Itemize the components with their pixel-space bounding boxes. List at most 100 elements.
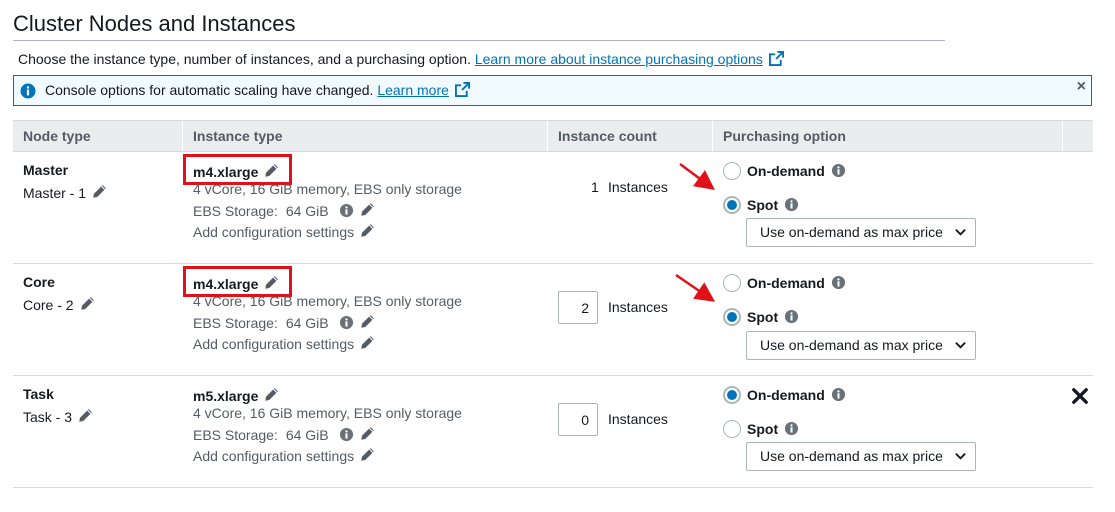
node-name-label: Master - 1 bbox=[23, 184, 107, 201]
instance-type: m4.xlarge bbox=[193, 163, 279, 180]
on-demand-radio[interactable] bbox=[723, 386, 741, 404]
instance-type: m5.xlarge bbox=[193, 387, 279, 404]
table-row-core: Core Core - 2 m4.xlarge 4 vCore, 16 GiB … bbox=[13, 264, 1093, 376]
info-icon[interactable] bbox=[339, 427, 354, 442]
info-icon[interactable] bbox=[831, 387, 846, 402]
node-type-label: Master bbox=[23, 162, 69, 178]
page-subtitle: Choose the instance type, number of inst… bbox=[18, 51, 784, 67]
instances-label: Instances bbox=[608, 179, 668, 195]
pencil-icon[interactable] bbox=[80, 296, 95, 311]
col-node-type: Node type bbox=[23, 128, 91, 144]
max-price-select[interactable]: Use on-demand as max price bbox=[746, 331, 976, 360]
col-purchasing-option: Purchasing option bbox=[723, 128, 846, 144]
col-instance-count: Instance count bbox=[558, 128, 657, 144]
node-name-label: Core - 2 bbox=[23, 296, 95, 313]
ebs-storage: EBS Storage: 64 GiB bbox=[193, 202, 375, 219]
pencil-icon[interactable] bbox=[360, 426, 375, 441]
max-price-select[interactable]: Use on-demand as max price bbox=[746, 218, 976, 247]
annotation-arrow bbox=[675, 273, 716, 302]
table-header: Node type Instance type Instance count P… bbox=[13, 120, 1093, 152]
instance-count-input[interactable] bbox=[558, 291, 598, 324]
pencil-icon[interactable] bbox=[78, 408, 93, 423]
spot-radio[interactable] bbox=[723, 196, 741, 214]
info-icon[interactable] bbox=[831, 163, 846, 178]
instance-type-text: m4.xlarge bbox=[193, 276, 259, 292]
pencil-icon[interactable] bbox=[264, 275, 279, 290]
add-config-text: Add configuration settings bbox=[193, 336, 355, 352]
ebs-label: EBS Storage: bbox=[193, 203, 278, 219]
on-demand-label: On-demand bbox=[747, 163, 825, 179]
max-price-value: Use on-demand as max price bbox=[760, 448, 943, 464]
chevron-down-icon bbox=[955, 228, 966, 236]
external-link-icon[interactable] bbox=[455, 82, 470, 97]
on-demand-label: On-demand bbox=[747, 275, 825, 291]
pencil-icon[interactable] bbox=[360, 314, 375, 329]
col-divider bbox=[1062, 121, 1063, 151]
on-demand-radio[interactable] bbox=[723, 274, 741, 292]
add-configuration-settings[interactable]: Add configuration settings bbox=[193, 335, 375, 352]
alert-message: Console options for automatic scaling ha… bbox=[45, 82, 470, 98]
ebs-label: EBS Storage: bbox=[193, 427, 278, 443]
node-type-label: Core bbox=[23, 274, 55, 290]
node-name-label: Task - 3 bbox=[23, 408, 93, 425]
on-demand-radio[interactable] bbox=[723, 162, 741, 180]
instance-description: 4 vCore, 16 GiB memory, EBS only storage bbox=[193, 293, 462, 309]
ebs-value: 64 GiB bbox=[285, 427, 329, 443]
instance-type: m4.xlarge bbox=[193, 275, 279, 292]
chevron-down-icon bbox=[955, 452, 966, 460]
remove-icon[interactable] bbox=[1071, 387, 1089, 405]
info-icon[interactable] bbox=[784, 309, 799, 324]
instances-label: Instances bbox=[608, 411, 668, 427]
instances-table: Node type Instance type Instance count P… bbox=[13, 120, 1093, 488]
info-alert: Console options for automatic scaling ha… bbox=[13, 75, 1092, 106]
instance-count-value: 1 bbox=[591, 179, 599, 195]
alert-close-button[interactable]: × bbox=[1077, 78, 1086, 96]
chevron-down-icon bbox=[955, 341, 966, 349]
node-name-text: Master - 1 bbox=[23, 185, 87, 201]
ebs-label: EBS Storage: bbox=[193, 315, 278, 331]
external-link-icon[interactable] bbox=[769, 51, 784, 66]
info-icon[interactable] bbox=[339, 315, 354, 330]
pencil-icon[interactable] bbox=[264, 163, 279, 178]
subtitle-text: Choose the instance type, number of inst… bbox=[18, 51, 471, 67]
instance-type-text: m4.xlarge bbox=[193, 164, 259, 180]
on-demand-label: On-demand bbox=[747, 387, 825, 403]
add-config-text: Add configuration settings bbox=[193, 224, 355, 240]
ebs-storage: EBS Storage: 64 GiB bbox=[193, 314, 375, 331]
instance-type-text: m5.xlarge bbox=[193, 388, 259, 404]
learn-more-purchasing-link[interactable]: Learn more about instance purchasing opt… bbox=[475, 51, 763, 67]
alert-text: Console options for automatic scaling ha… bbox=[45, 82, 374, 98]
pencil-icon[interactable] bbox=[360, 223, 375, 238]
instance-count-input[interactable] bbox=[558, 403, 598, 436]
pencil-icon[interactable] bbox=[360, 447, 375, 462]
ebs-value: 64 GiB bbox=[285, 203, 329, 219]
page-title: Cluster Nodes and Instances bbox=[13, 11, 296, 36]
node-type-label: Task bbox=[23, 386, 54, 402]
add-config-text: Add configuration settings bbox=[193, 448, 355, 464]
spot-label: Spot bbox=[747, 197, 779, 213]
pencil-icon[interactable] bbox=[360, 202, 375, 217]
table-row-task: Task Task - 3 m5.xlarge 4 vCore, 16 GiB … bbox=[13, 376, 1093, 488]
title-divider bbox=[13, 40, 945, 41]
spot-radio[interactable] bbox=[723, 308, 741, 326]
info-icon[interactable] bbox=[784, 421, 799, 436]
pencil-icon[interactable] bbox=[92, 184, 107, 199]
col-instance-type: Instance type bbox=[193, 128, 283, 144]
node-name-text: Task - 3 bbox=[23, 409, 73, 425]
spot-radio[interactable] bbox=[723, 420, 741, 438]
spot-label: Spot bbox=[747, 309, 779, 325]
pencil-icon[interactable] bbox=[264, 387, 279, 402]
add-configuration-settings[interactable]: Add configuration settings bbox=[193, 223, 375, 240]
pencil-icon[interactable] bbox=[360, 335, 375, 350]
info-icon[interactable] bbox=[831, 275, 846, 290]
instance-description: 4 vCore, 16 GiB memory, EBS only storage bbox=[193, 181, 462, 197]
instance-description: 4 vCore, 16 GiB memory, EBS only storage bbox=[193, 405, 462, 421]
add-configuration-settings[interactable]: Add configuration settings bbox=[193, 447, 375, 464]
info-icon[interactable] bbox=[339, 203, 354, 218]
max-price-select[interactable]: Use on-demand as max price bbox=[746, 442, 976, 471]
alert-learn-more-link[interactable]: Learn more bbox=[377, 82, 449, 98]
ebs-value: 64 GiB bbox=[285, 315, 329, 331]
node-name-text: Core - 2 bbox=[23, 297, 74, 313]
max-price-value: Use on-demand as max price bbox=[760, 224, 943, 240]
info-icon[interactable] bbox=[784, 197, 799, 212]
